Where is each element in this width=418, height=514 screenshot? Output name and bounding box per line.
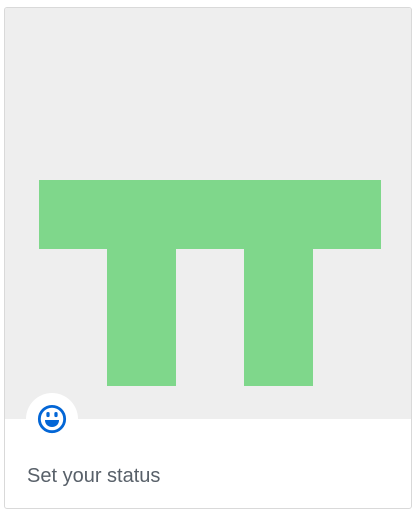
profile-card: Set your status xyxy=(4,7,412,509)
set-status-label[interactable]: Set your status xyxy=(27,464,160,488)
identicon-image xyxy=(39,180,381,386)
avatar[interactable] xyxy=(5,8,411,419)
set-status-emoji-button[interactable] xyxy=(26,393,78,445)
smiley-icon xyxy=(37,404,67,434)
